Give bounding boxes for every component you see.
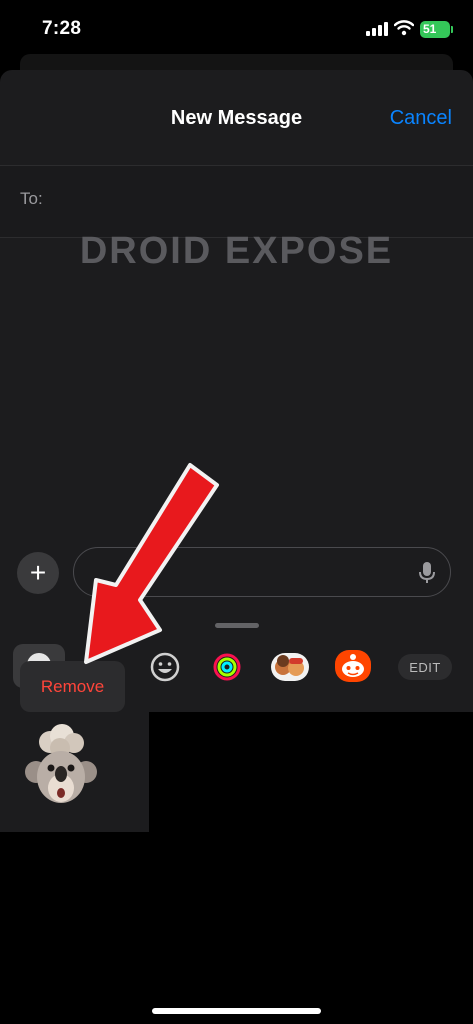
home-indicator[interactable] bbox=[152, 1008, 321, 1014]
annotation-arrow bbox=[84, 463, 219, 664]
